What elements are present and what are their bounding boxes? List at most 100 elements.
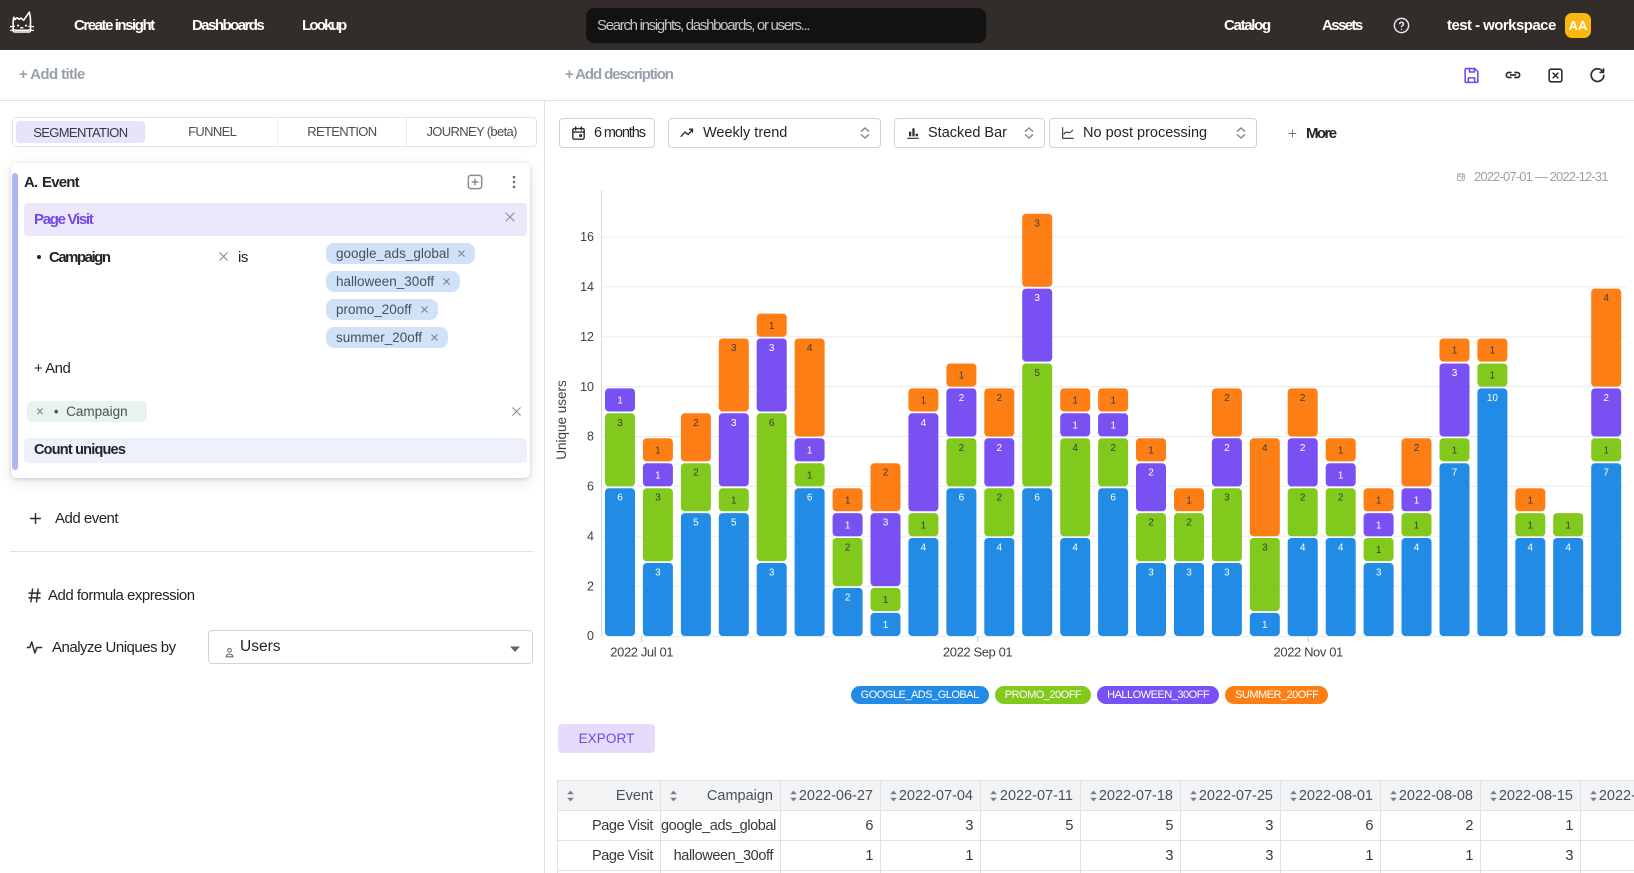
svg-text:4: 4 bbox=[1072, 543, 1078, 554]
svg-text:3: 3 bbox=[1148, 568, 1154, 579]
svg-text:3: 3 bbox=[1262, 543, 1268, 554]
svg-text:16: 16 bbox=[580, 230, 594, 244]
svg-text:1: 1 bbox=[1414, 520, 1420, 531]
svg-text:1: 1 bbox=[655, 470, 661, 481]
svg-text:3: 3 bbox=[655, 568, 661, 579]
svg-text:1: 1 bbox=[1490, 346, 1496, 357]
svg-text:1: 1 bbox=[617, 396, 623, 407]
svg-text:10: 10 bbox=[1487, 393, 1499, 404]
svg-text:1: 1 bbox=[1376, 545, 1382, 556]
svg-text:3: 3 bbox=[731, 343, 737, 354]
svg-text:2: 2 bbox=[959, 443, 965, 454]
svg-text:1: 1 bbox=[1148, 446, 1154, 457]
svg-text:8: 8 bbox=[587, 430, 594, 444]
svg-text:3: 3 bbox=[1186, 568, 1192, 579]
svg-text:1: 1 bbox=[883, 595, 889, 606]
svg-text:2: 2 bbox=[997, 393, 1003, 404]
svg-text:4: 4 bbox=[921, 418, 927, 429]
svg-text:4: 4 bbox=[1603, 293, 1609, 304]
svg-text:6: 6 bbox=[769, 418, 775, 429]
svg-text:2: 2 bbox=[587, 579, 594, 593]
svg-text:2022 Sep 01: 2022 Sep 01 bbox=[943, 645, 1013, 660]
svg-text:3: 3 bbox=[1034, 293, 1040, 304]
svg-text:2: 2 bbox=[1300, 443, 1306, 454]
svg-text:3: 3 bbox=[1224, 568, 1230, 579]
svg-text:4: 4 bbox=[1414, 543, 1420, 554]
svg-text:2: 2 bbox=[845, 592, 851, 603]
svg-text:5: 5 bbox=[1034, 368, 1040, 379]
svg-text:5: 5 bbox=[731, 518, 737, 529]
svg-text:4: 4 bbox=[587, 529, 594, 543]
svg-text:2: 2 bbox=[693, 468, 699, 479]
svg-text:1: 1 bbox=[959, 371, 965, 382]
svg-text:6: 6 bbox=[1110, 493, 1116, 504]
svg-text:2: 2 bbox=[1603, 393, 1609, 404]
svg-text:1: 1 bbox=[883, 620, 889, 631]
svg-text:2022 Nov 01: 2022 Nov 01 bbox=[1274, 645, 1343, 660]
svg-text:1: 1 bbox=[1376, 495, 1382, 506]
svg-text:4: 4 bbox=[1565, 543, 1571, 554]
svg-text:1: 1 bbox=[1338, 446, 1344, 457]
svg-text:1: 1 bbox=[1186, 495, 1192, 506]
svg-text:3: 3 bbox=[655, 493, 661, 504]
svg-text:2: 2 bbox=[1110, 443, 1116, 454]
svg-text:2: 2 bbox=[883, 468, 889, 479]
svg-text:4: 4 bbox=[1262, 443, 1268, 454]
svg-text:1: 1 bbox=[731, 495, 737, 506]
svg-text:2: 2 bbox=[959, 393, 965, 404]
svg-text:12: 12 bbox=[580, 330, 594, 344]
svg-text:1: 1 bbox=[845, 520, 851, 531]
svg-text:1: 1 bbox=[1452, 446, 1458, 457]
svg-text:3: 3 bbox=[769, 568, 775, 579]
svg-text:1: 1 bbox=[1528, 520, 1534, 531]
svg-text:1: 1 bbox=[1414, 495, 1420, 506]
svg-text:4: 4 bbox=[1072, 443, 1078, 454]
svg-text:2: 2 bbox=[1414, 443, 1420, 454]
svg-text:Unique users: Unique users bbox=[554, 380, 569, 460]
svg-text:3: 3 bbox=[769, 343, 775, 354]
svg-text:2: 2 bbox=[1148, 468, 1154, 479]
svg-text:2: 2 bbox=[1338, 493, 1344, 504]
svg-text:1: 1 bbox=[1072, 396, 1078, 407]
svg-text:2: 2 bbox=[997, 443, 1003, 454]
svg-text:7: 7 bbox=[1452, 468, 1458, 479]
svg-text:1: 1 bbox=[807, 446, 813, 457]
svg-text:1: 1 bbox=[921, 520, 927, 531]
svg-text:6: 6 bbox=[959, 493, 965, 504]
svg-text:3: 3 bbox=[1452, 368, 1458, 379]
svg-text:2: 2 bbox=[1148, 518, 1154, 529]
svg-text:4: 4 bbox=[807, 343, 813, 354]
svg-text:2022 Jul 01: 2022 Jul 01 bbox=[610, 645, 673, 660]
svg-text:1: 1 bbox=[921, 396, 927, 407]
svg-text:7: 7 bbox=[1603, 468, 1609, 479]
svg-text:2: 2 bbox=[1186, 518, 1192, 529]
svg-text:1: 1 bbox=[1110, 421, 1116, 432]
svg-text:6: 6 bbox=[807, 493, 813, 504]
svg-text:1: 1 bbox=[1262, 620, 1268, 631]
svg-text:3: 3 bbox=[617, 418, 623, 429]
svg-text:3: 3 bbox=[883, 518, 889, 529]
svg-text:0: 0 bbox=[587, 629, 594, 643]
svg-text:1: 1 bbox=[1338, 470, 1344, 481]
svg-text:1: 1 bbox=[807, 470, 813, 481]
svg-text:5: 5 bbox=[693, 518, 699, 529]
svg-text:1: 1 bbox=[1603, 446, 1609, 457]
svg-text:3: 3 bbox=[1224, 493, 1230, 504]
svg-text:1: 1 bbox=[1452, 346, 1458, 357]
svg-text:1: 1 bbox=[1565, 520, 1571, 531]
svg-text:6: 6 bbox=[617, 493, 623, 504]
svg-text:4: 4 bbox=[1528, 543, 1534, 554]
svg-text:14: 14 bbox=[580, 280, 594, 294]
svg-text:2: 2 bbox=[1300, 493, 1306, 504]
svg-text:2: 2 bbox=[1224, 443, 1230, 454]
svg-text:2: 2 bbox=[1224, 393, 1230, 404]
svg-text:1: 1 bbox=[1376, 520, 1382, 531]
svg-text:2: 2 bbox=[997, 493, 1003, 504]
svg-text:3: 3 bbox=[731, 418, 737, 429]
svg-text:1: 1 bbox=[1072, 421, 1078, 432]
svg-text:1: 1 bbox=[1490, 371, 1496, 382]
svg-text:4: 4 bbox=[1338, 543, 1344, 554]
svg-text:4: 4 bbox=[1300, 543, 1306, 554]
svg-text:3: 3 bbox=[1376, 568, 1382, 579]
svg-text:6: 6 bbox=[1034, 493, 1040, 504]
